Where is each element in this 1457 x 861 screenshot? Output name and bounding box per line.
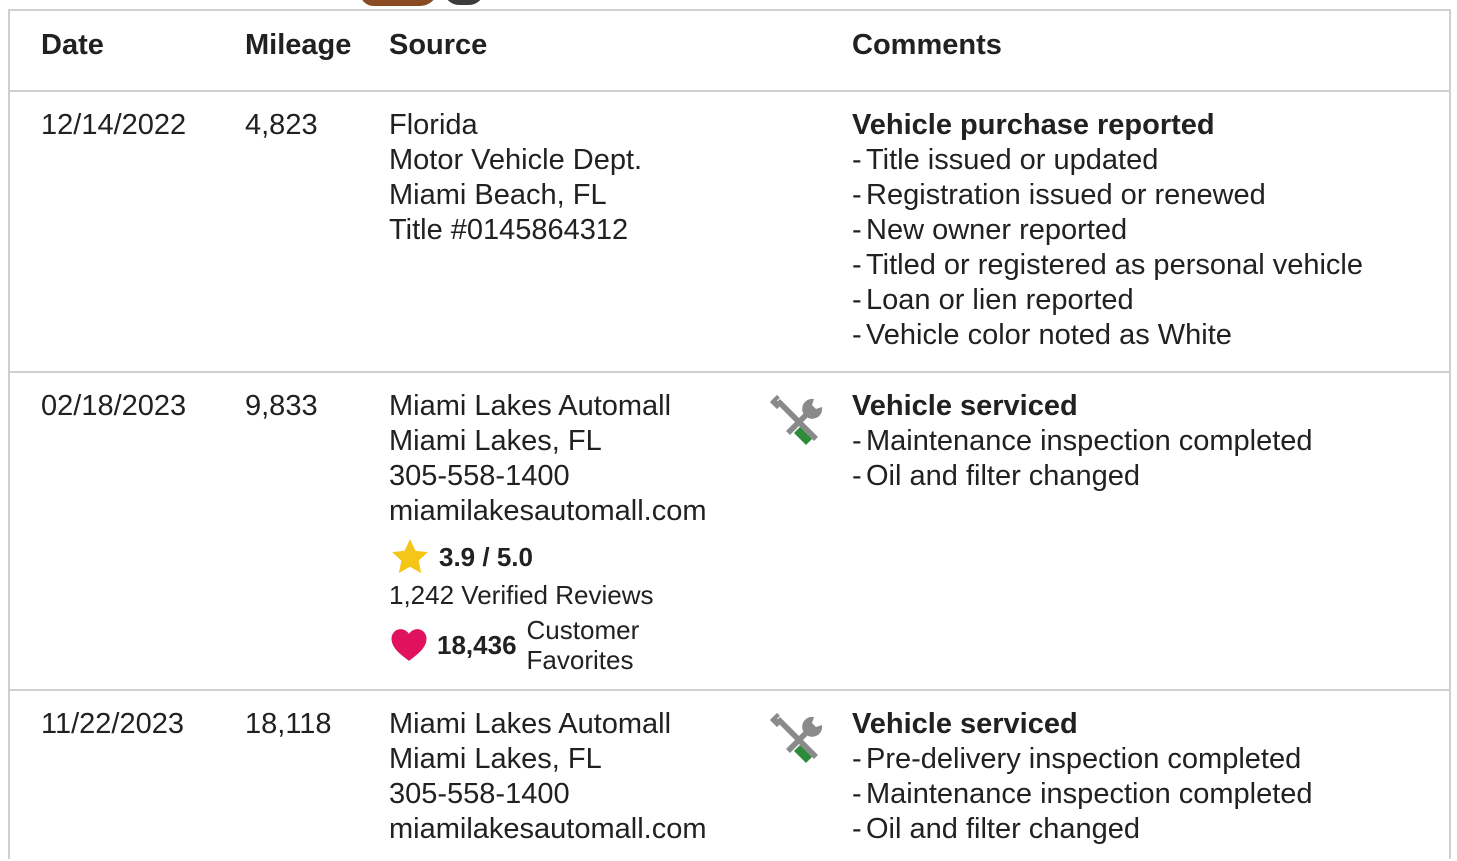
- row-comments: Vehicle purchase reported - Title issued …: [852, 108, 1363, 353]
- header-mileage: Mileage: [245, 29, 352, 61]
- table-row: 12/14/2022 4,823 Florida Motor Vehicle D…: [10, 92, 1449, 373]
- source-line: Title #0145864312: [389, 214, 629, 246]
- comment-title: Vehicle purchase reported: [852, 109, 1215, 141]
- comment-item: - Pre-delivery inspection completed: [852, 743, 1302, 775]
- row-mileage: 18,118: [245, 708, 332, 740]
- comment-item: - Oil and filter changed: [852, 460, 1141, 492]
- dealer-rating[interactable]: 3.9 / 5.0: [389, 537, 707, 577]
- comment-title: Vehicle serviced: [852, 390, 1078, 422]
- comment-item: - Titled or registered as personal vehicl…: [852, 249, 1364, 281]
- source-line: Miami Lakes, FL: [389, 425, 602, 457]
- row-date: 11/22/2023: [41, 708, 184, 740]
- comment-item: - Vehicle color noted as White: [852, 319, 1232, 351]
- favorites-count: 18,436: [437, 629, 517, 660]
- table-header: Date Mileage Source Comments: [10, 11, 1449, 92]
- dealer-website-link[interactable]: miamilakesautomall.com: [389, 494, 707, 529]
- row-date: 02/18/2023: [41, 390, 187, 422]
- comment-item: - New owner reported: [852, 214, 1128, 246]
- star-icon: [392, 539, 428, 574]
- header-source: Source: [389, 29, 488, 61]
- table-row: 02/18/2023 9,833 Miami Lakes Automall Mi…: [10, 373, 1449, 691]
- rating-score: 3.9 / 5.0: [439, 541, 533, 572]
- comment-item: - Loan or lien reported: [852, 284, 1134, 316]
- row-mileage: 4,823: [245, 109, 318, 141]
- heart-icon: [391, 629, 427, 661]
- source-line: Motor Vehicle Dept.: [389, 144, 643, 176]
- source-line: Miami Lakes, FL: [389, 743, 602, 775]
- verified-reviews-link[interactable]: 1,242 Verified Reviews: [389, 579, 707, 611]
- dealer-phone[interactable]: 305-558-1400: [389, 459, 707, 494]
- source-line: Florida: [389, 109, 478, 141]
- comment-item: - Title issued or updated: [852, 144, 1159, 176]
- service-tools-icon: [769, 711, 828, 769]
- header-comments: Comments: [852, 29, 1002, 61]
- comment-item: - Maintenance inspection completed: [852, 425, 1313, 457]
- vehicle-photo-fragment: [360, 0, 500, 9]
- row-source: Miami Lakes Automall Miami Lakes, FL 305…: [389, 707, 707, 847]
- dealer-phone[interactable]: 305-558-1400: [389, 777, 707, 812]
- service-tools-icon: [769, 393, 828, 451]
- row-source: Florida Motor Vehicle Dept. Miami Beach,…: [389, 108, 642, 248]
- customer-favorites: 18,436 Customer Favorites: [389, 615, 707, 675]
- dealer-name-link[interactable]: Miami Lakes Automall: [389, 707, 707, 742]
- row-date: 12/14/2022: [41, 109, 187, 141]
- comment-title: Vehicle serviced: [852, 708, 1078, 740]
- header-date: Date: [41, 29, 104, 61]
- favorites-label: Customer Favorites: [526, 615, 640, 675]
- row-comments: Vehicle serviced - Maintenance inspection…: [852, 389, 1313, 494]
- history-table: Date Mileage Source Comments 12/14/2022 …: [8, 9, 1451, 859]
- source-line: Miami Beach, FL: [389, 179, 607, 211]
- row-mileage: 9,833: [245, 390, 318, 422]
- row-comments: Vehicle serviced - Pre-delivery inspectio…: [852, 707, 1313, 847]
- table-row: 11/22/2023 18,118 Miami Lakes Automall M…: [10, 691, 1449, 861]
- comment-item: - Maintenance inspection completed: [852, 778, 1313, 810]
- row-source: Miami Lakes Automall Miami Lakes, FL 305…: [389, 389, 707, 675]
- comment-item: - Registration issued or renewed: [852, 179, 1266, 211]
- dealer-name-link[interactable]: Miami Lakes Automall: [389, 389, 707, 424]
